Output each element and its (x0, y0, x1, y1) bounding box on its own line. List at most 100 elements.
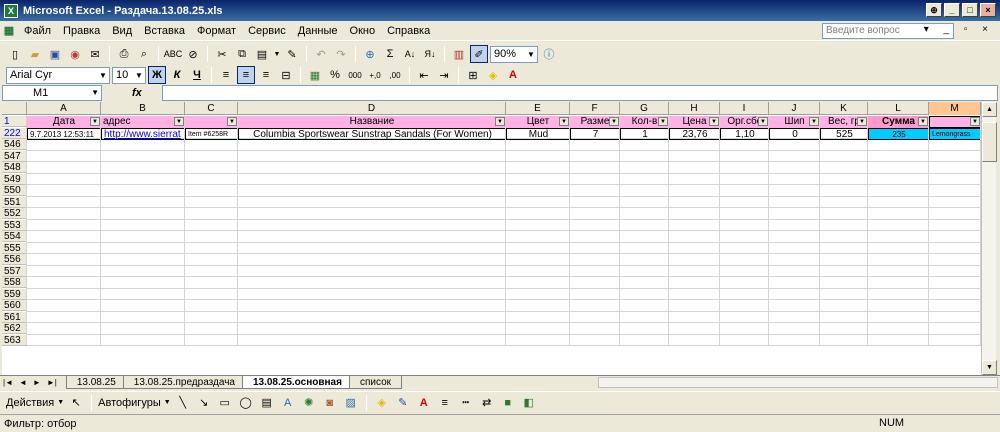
row-header[interactable]: 549 (2, 173, 27, 185)
increase-decimal-icon[interactable]: +,0 (366, 66, 384, 84)
print-preview-icon[interactable]: ⌕ (135, 45, 153, 63)
autofilter-dropdown-icon[interactable]: ▼ (970, 117, 980, 126)
menu-edit[interactable]: Правка (57, 25, 106, 37)
help-icon[interactable]: ⓘ (540, 45, 558, 63)
row-header[interactable]: 557 (2, 265, 27, 277)
tab-next-icon[interactable]: ► (30, 378, 44, 387)
currency-icon[interactable]: ▦ (306, 66, 324, 84)
diagram-icon[interactable]: ✺ (300, 394, 318, 412)
font-color-icon[interactable]: A (415, 394, 433, 412)
excel-app-icon[interactable]: X (4, 3, 18, 18)
row-header[interactable]: 548 (2, 162, 27, 173)
sheet-tab-3[interactable]: 13.08.25.основная (241, 376, 353, 389)
row-header[interactable]: 561 (2, 311, 27, 323)
menu-window[interactable]: Окно (344, 25, 382, 37)
format-painter-icon[interactable]: ✎ (283, 45, 301, 63)
workbook-icon[interactable]: ▦ (0, 22, 18, 40)
chart-wizard-icon[interactable]: ▥ (450, 45, 468, 63)
minimize-button[interactable]: _ (944, 3, 960, 17)
menu-format[interactable]: Формат (191, 25, 242, 37)
autofilter-dropdown-icon[interactable]: ▼ (709, 117, 719, 126)
line-icon[interactable]: ╲ (174, 394, 192, 412)
autofilter-dropdown-icon[interactable]: ▼ (559, 117, 569, 126)
autoshapes-menu[interactable]: Автофигуры (98, 397, 161, 409)
redo-icon[interactable]: ↷ (332, 45, 350, 63)
formula-input[interactable] (162, 85, 998, 101)
email-icon[interactable]: ✉ (86, 45, 104, 63)
fill-color-icon[interactable]: ◈ (373, 394, 391, 412)
chevron-down-icon[interactable]: ▼ (133, 68, 145, 83)
picture-icon[interactable]: ▨ (342, 394, 360, 412)
worksheet-grid[interactable]: A B C D E F G H I J K L M 1 Дата ▼ адрес ▼ ▼ Название ▼ Цвет ▼… (2, 102, 996, 375)
undo-icon[interactable]: ↶ (312, 45, 330, 63)
column-header-b[interactable]: B (101, 102, 185, 115)
sheet-tab-1[interactable]: 13.08.25 (65, 376, 127, 389)
drawing-toggle-icon[interactable]: ✐ (470, 45, 488, 63)
underline-button[interactable]: Ч (188, 66, 206, 84)
italic-button[interactable]: К (168, 66, 186, 84)
column-header-j[interactable]: J (769, 102, 820, 115)
chevron-down-icon[interactable]: ▼ (91, 86, 99, 100)
sort-descending-icon[interactable]: Я↓ (421, 45, 439, 63)
row-header[interactable]: 551 (2, 196, 27, 208)
help-restore-icon[interactable]: ⊕ (926, 3, 942, 17)
thousands-button[interactable]: 000 (346, 66, 364, 84)
column-header-l[interactable]: L (868, 102, 929, 115)
bold-button[interactable]: Ж (148, 66, 166, 84)
autofilter-dropdown-icon[interactable]: ▼ (495, 117, 505, 126)
3d-icon[interactable]: ◧ (520, 394, 538, 412)
column-header-g[interactable]: G (620, 102, 669, 115)
table-cell[interactable]: Mud (506, 127, 570, 140)
scroll-down-icon[interactable]: ▼ (982, 360, 997, 375)
borders-icon[interactable]: ⊞ (464, 66, 482, 84)
autofilter-dropdown-icon[interactable]: ▼ (609, 117, 619, 126)
print-icon[interactable]: ⎙ (115, 45, 133, 63)
row-header[interactable]: 552 (2, 208, 27, 219)
textbox-icon[interactable]: ▤ (258, 394, 276, 412)
font-color-icon[interactable]: A (504, 66, 522, 84)
table-cell[interactable]: 1,10 (720, 127, 769, 140)
align-center-icon[interactable]: ≡ (237, 66, 255, 84)
autofilter-dropdown-icon[interactable]: ▼ (90, 117, 100, 126)
table-cell[interactable]: Lemongrass (929, 127, 981, 140)
merge-center-icon[interactable]: ⊟ (277, 66, 295, 84)
arrow-icon[interactable]: ↘ (195, 394, 213, 412)
autosum-icon[interactable]: Σ (381, 45, 399, 63)
insert-function-icon[interactable]: fx (132, 87, 142, 99)
zoom-combo[interactable]: 90% ▼ (490, 45, 538, 63)
align-left-icon[interactable]: ≡ (217, 66, 235, 84)
new-icon[interactable]: ▯ (6, 45, 24, 63)
autofilter-dropdown-icon[interactable]: ▼ (658, 117, 668, 126)
table-cell[interactable]: 23,76 (669, 127, 720, 140)
table-cell[interactable]: 9.7.2013 12:53:11 (27, 127, 101, 140)
sheet-tab-2[interactable]: 13.08.25.предраздача (122, 376, 246, 389)
autofilter-dropdown-icon[interactable]: ▼ (174, 117, 184, 126)
hyperlink-icon[interactable]: ⊕ (361, 45, 379, 63)
row-header[interactable]: 222 (2, 127, 27, 139)
table-cell[interactable]: Columbia Sportswear Sunstrap Sandals (Fo… (238, 127, 506, 140)
table-cell[interactable]: 0 (769, 127, 820, 140)
menu-tools[interactable]: Сервис (242, 25, 292, 37)
font-size-combo[interactable]: 10 ▼ (112, 66, 146, 84)
autofilter-dropdown-icon[interactable]: ▼ (809, 117, 819, 126)
paste-dropdown-icon[interactable]: ▼ (273, 45, 281, 63)
vertical-scrollbar[interactable]: ▲ ▼ (981, 102, 997, 375)
row-header[interactable]: 562 (2, 323, 27, 334)
research-icon[interactable]: ⊘ (184, 45, 202, 63)
font-combo[interactable]: Arial Cyr ▼ (6, 66, 110, 84)
column-header-a[interactable]: A (27, 102, 101, 115)
row-header[interactable]: 546 (2, 139, 27, 150)
maximize-button[interactable]: □ (962, 3, 978, 17)
row-header[interactable]: 554 (2, 231, 27, 242)
arrow-style-icon[interactable]: ⇄ (478, 394, 496, 412)
table-cell[interactable]: http://www.sierrat (101, 127, 185, 140)
dash-style-icon[interactable]: ┅ (457, 394, 475, 412)
line-color-icon[interactable]: ✎ (394, 394, 412, 412)
autofilter-dropdown-icon[interactable]: ▼ (857, 117, 867, 126)
column-header-d[interactable]: D (238, 102, 506, 115)
table-cell[interactable]: 1 (620, 127, 669, 140)
permission-icon[interactable]: ◉ (66, 45, 84, 63)
close-button[interactable]: × (980, 3, 996, 17)
column-header-k[interactable]: K (820, 102, 868, 115)
chevron-down-icon[interactable]: ▼ (97, 68, 109, 83)
